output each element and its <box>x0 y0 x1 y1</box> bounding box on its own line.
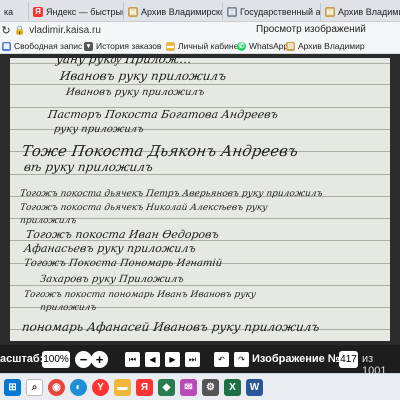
image-number-input[interactable]: 417 <box>339 351 358 368</box>
handwritten-line: Тоже Покоста Дьяконъ Андреевъ <box>20 142 300 160</box>
zoom-label: асштаб: <box>0 353 44 365</box>
browser-tab-label: Архив Владимирской о <box>338 6 400 17</box>
browser-tab[interactable]: Я Яндекс — быстрый поис <box>28 3 123 20</box>
handwritten-line: Пасторъ Покоста Богатова Андреевъ <box>47 108 279 121</box>
browser-tab-label: ка <box>4 6 14 17</box>
image-viewer[interactable]: уану рукѹ Прилож… Ивановъ руку приложилъ… <box>0 54 400 345</box>
handwritten-line: Тогожъ покоста пономарь Иванъ Ивановъ ру… <box>23 290 257 300</box>
first-page-button[interactable]: ⏮ <box>125 352 140 367</box>
handwritten-line: Захаровъ руку Приложилъ <box>39 274 185 285</box>
zoom-input[interactable]: 100% <box>42 351 70 368</box>
browser-tab-strip: ка Я Яндекс — быстрый поис ▤ Архив Влади… <box>0 0 400 22</box>
archive-icon: ▤ <box>286 41 295 51</box>
page-title: Просмотр изображений <box>256 24 366 35</box>
viewer-toolbar: асштаб: 100% − + ⏮ ◀ ▶ ⏭ ↶ ↷ Изображение… <box>0 345 400 377</box>
last-page-icon: ⏭ <box>188 354 197 364</box>
bookmark-label: Свободная запис <box>14 41 83 51</box>
calendar-icon: ▦ <box>2 41 11 51</box>
handwritten-line: Тогожъ покоста дьячекъ Петръ Аверьяновъ … <box>19 189 324 199</box>
handwritten-line: Тогожъ покоста дьячекъ Николай Алексѣевъ… <box>19 203 269 213</box>
edge-icon[interactable]: ◐ <box>70 379 87 396</box>
bookmarks-bar: ▦ Свободная запис ▾ История заказов ▬ Ли… <box>0 38 400 54</box>
previous-icon: ◀ <box>149 355 156 364</box>
reload-icon[interactable]: ↻ <box>0 24 12 37</box>
excel-icon[interactable]: X <box>224 379 241 396</box>
chrome-icon[interactable]: ◉ <box>48 379 65 396</box>
rotate-right-icon: ↷ <box>238 355 245 364</box>
word-icon[interactable]: W <box>246 379 263 396</box>
browser-tab[interactable]: ка <box>0 3 28 20</box>
zoom-out-button[interactable]: − <box>75 351 92 368</box>
next-page-button[interactable]: ▶ <box>165 352 180 367</box>
taskbar: ⊞ ⌕ ◉ ◐ Y ▬ Я ◆ ✉ ⚙ X W <box>0 373 400 400</box>
bookmark-item[interactable]: ▤ Архив Владимир <box>286 41 365 51</box>
url-field[interactable]: vladimir.kaisa.ru <box>29 25 101 36</box>
browser-tab[interactable]: ▤ Архив Владимирской о <box>320 3 400 20</box>
bookmark-label: Архив Владимир <box>298 41 365 51</box>
whatsapp-icon: ✆ <box>237 41 246 51</box>
windows-start-icon[interactable]: ⊞ <box>4 379 21 396</box>
rotate-right-button[interactable]: ↷ <box>234 352 249 367</box>
handwritten-line: руку приложилъ <box>53 124 145 135</box>
file-explorer-icon[interactable]: ▬ <box>114 379 131 396</box>
browser-tab-label: Государственный архи <box>240 6 320 17</box>
settings-icon[interactable]: ⚙ <box>202 379 219 396</box>
yandex-icon: Я <box>33 6 43 17</box>
search-icon[interactable]: ⌕ <box>26 379 43 396</box>
app-icon[interactable]: ◆ <box>158 379 175 396</box>
handwritten-line: вѣ руку приложилъ <box>23 160 154 174</box>
bookmark-item[interactable]: ▬ Личный кабинет <box>166 41 242 51</box>
rotate-left-icon: ↶ <box>218 355 225 364</box>
ruled-line <box>10 285 390 286</box>
browser-tab[interactable]: ▤ Архив Владимирской ✕ <box>123 3 222 20</box>
document-scan[interactable]: уану рукѹ Прилож… Ивановъ руку приложилъ… <box>10 58 390 341</box>
handwritten-line: пономарь Афанасей Ивановъ руку приложилъ <box>21 320 321 334</box>
handwritten-line: уану рукѹ Прилож… <box>55 58 193 66</box>
bookmark-label: WhatsApp <box>249 41 289 51</box>
handwritten-line: приложилъ <box>19 216 77 226</box>
next-icon: ▶ <box>169 355 176 364</box>
first-page-icon: ⏮ <box>128 354 137 364</box>
archive-icon: ▤ <box>227 6 237 17</box>
address-bar: ↻ 🔒 vladimir.kaisa.ru Просмотр изображен… <box>0 22 400 38</box>
handwritten-line: Ивановъ руку приложилъ <box>59 69 228 83</box>
handwritten-line: Ивановъ руку приложилъ <box>65 87 206 98</box>
mail-icon[interactable]: ✉ <box>180 379 197 396</box>
ruled-line <box>10 174 390 175</box>
yandex-icon[interactable]: Я <box>136 379 153 396</box>
previous-page-button[interactable]: ◀ <box>145 352 160 367</box>
browser-tab-label: Яндекс — быстрый поис <box>46 6 123 17</box>
handwritten-line: Тогожъ покоста Иван Ѳедоровъ <box>25 228 220 241</box>
last-page-button[interactable]: ⏭ <box>185 352 200 367</box>
handwritten-line: приложилъ <box>39 303 97 313</box>
browser-tab-label: Архив Владимирской <box>141 6 222 17</box>
folder-icon: ▬ <box>166 41 175 51</box>
archive-icon: ▤ <box>325 6 335 17</box>
handwritten-line: Афанасьевъ руку приложилъ <box>23 242 197 255</box>
yandex-browser-icon[interactable]: Y <box>92 379 109 396</box>
bookmark-item[interactable]: ▦ Свободная запис <box>2 41 82 51</box>
browser-tab[interactable]: ▤ Государственный архи <box>222 3 320 20</box>
bookmark-label: История заказов <box>96 41 162 51</box>
bookmark-item[interactable]: ✆ WhatsApp <box>237 41 288 51</box>
zoom-in-button[interactable]: + <box>91 351 108 368</box>
bookmark-label: Личный кабинет <box>178 41 242 51</box>
archive-icon: ▤ <box>128 6 138 17</box>
handwritten-line: Тогожъ Покоста Пономарь Игнатій <box>23 258 223 269</box>
cart-icon: ▾ <box>84 41 93 51</box>
lock-icon[interactable]: 🔒 <box>14 25 25 36</box>
image-number-label: Изображение №: <box>252 353 344 365</box>
rotate-left-button[interactable]: ↶ <box>214 352 229 367</box>
ruled-line <box>10 84 390 85</box>
bookmark-item[interactable]: ▾ История заказов <box>84 41 162 51</box>
